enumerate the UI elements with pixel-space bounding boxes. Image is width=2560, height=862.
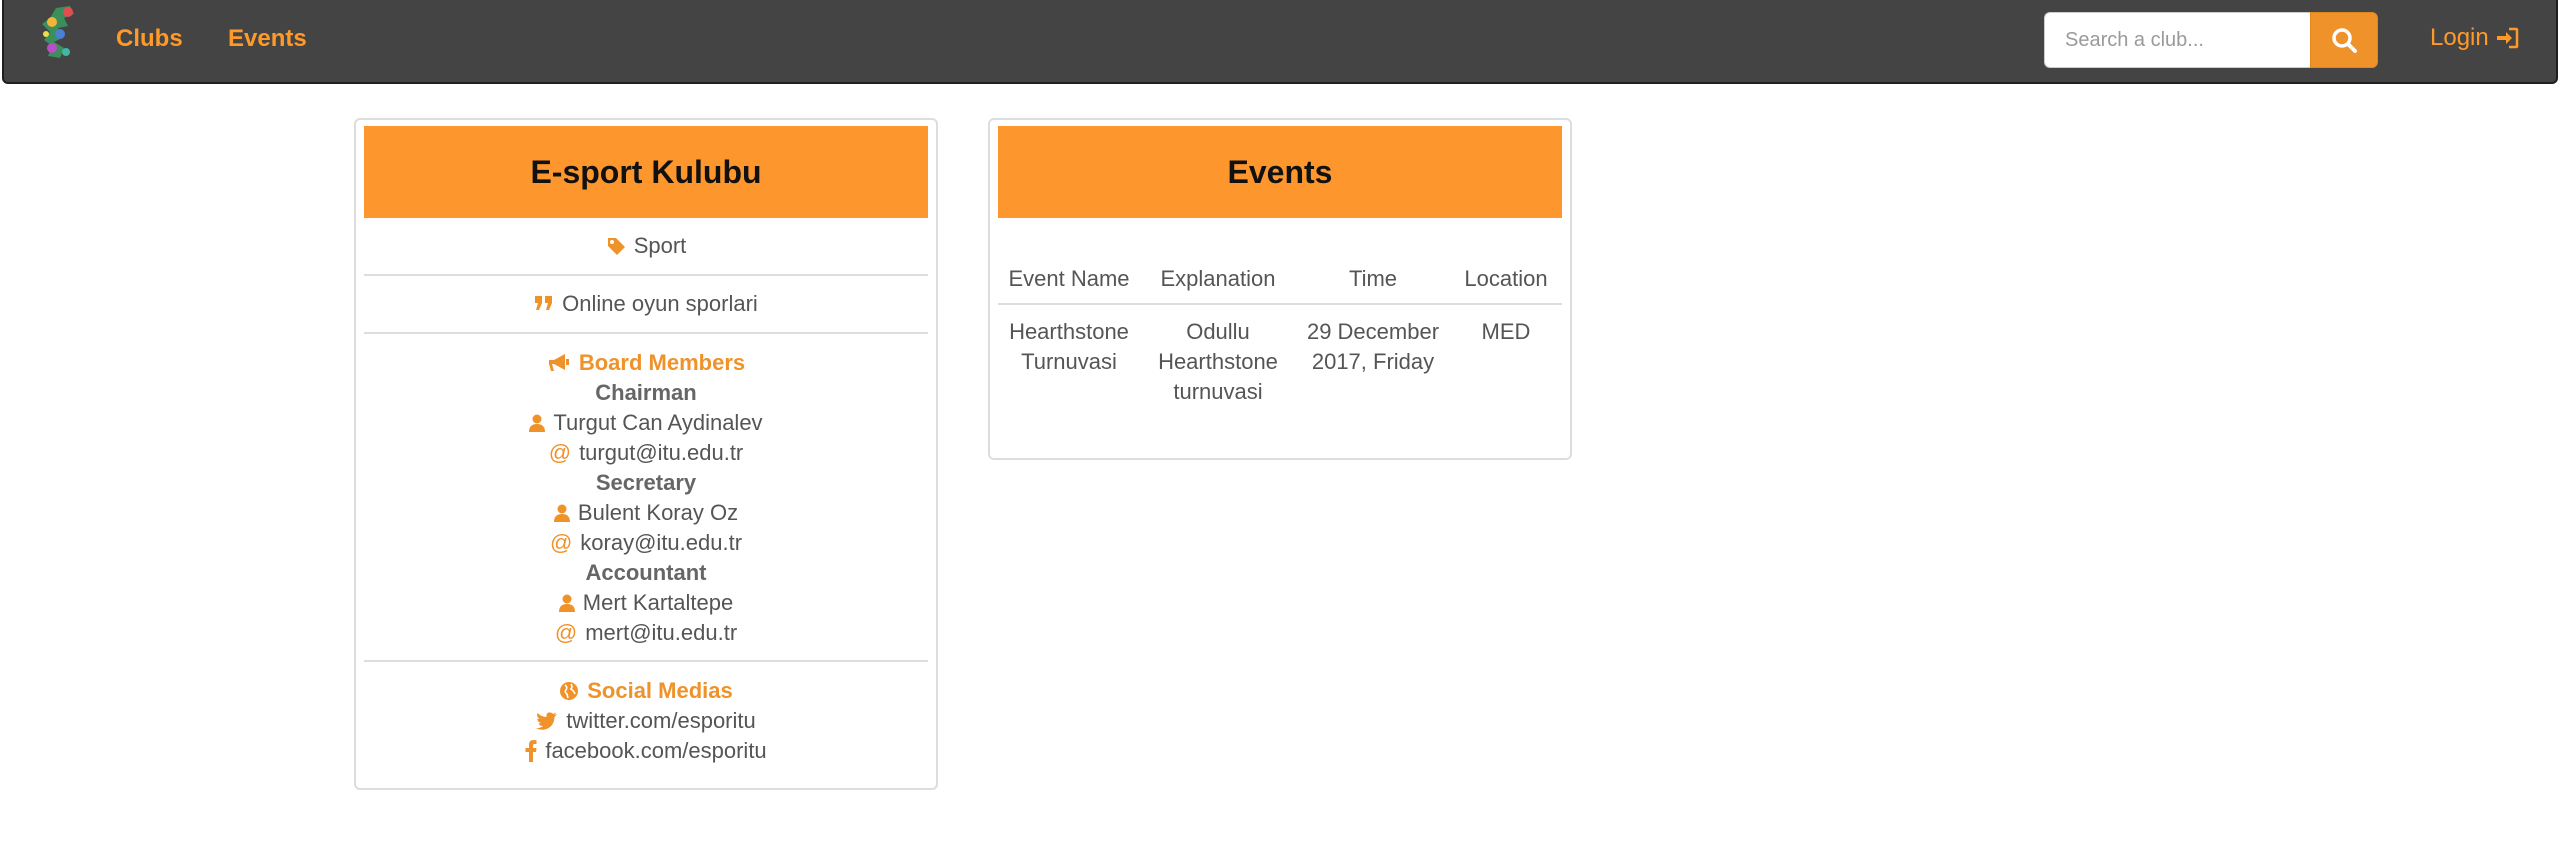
tag-icon [607,238,625,255]
social-medias-title: Social Medias [587,678,733,703]
club-logo-icon[interactable] [34,4,90,62]
at-icon: @ [548,440,572,465]
facebook-link-text[interactable]: facebook.com/esporitu [545,736,766,766]
board-members-section: Board Members Chairman Turgut Can Aydina… [364,334,928,662]
member-email: @ mert@itu.edu.tr [364,618,928,648]
quote-icon [535,296,553,310]
member-name-text: Mert Kartaltepe [582,590,734,615]
search-button[interactable] [2310,12,2378,68]
search-icon [2332,28,2357,53]
club-category-label: Sport [633,233,687,258]
club-description: Online oyun sporlari [364,276,928,334]
column-header: Explanation [1140,254,1296,305]
member-name-text: Bulent Koray Oz [577,500,739,525]
member-name: Bulent Koray Oz [364,498,928,528]
event-explanation-cell: Odullu Hearthstone turnuvasi [1158,319,1278,404]
social-medias-heading: Social Medias [364,676,928,706]
member-email-text[interactable]: koray@itu.edu.tr [580,528,742,558]
member-email-text[interactable]: mert@itu.edu.tr [585,618,737,648]
twitter-icon [536,712,558,730]
member-role: Chairman [595,380,697,405]
board-members-heading: Board Members [364,348,928,378]
member-name-text: Turgut Can Aydinalev [553,410,763,435]
event-time-cell: 29 December 2017, Friday [1306,319,1440,374]
member-email: @ turgut@itu.edu.tr [364,438,928,468]
facebook-link[interactable]: facebook.com/esporitu [364,736,928,766]
login-label: Login [2430,24,2489,51]
events-title: Events [998,126,1562,218]
table-row: Hearthstone Turnuvasi Odullu Hearthstone… [998,304,1562,407]
globe-icon [560,682,579,700]
facebook-icon [525,740,537,762]
events-table: Event Name Explanation Time Location Hea… [998,254,1562,407]
twitter-link[interactable]: twitter.com/esporitu [364,706,928,736]
member-name: Turgut Can Aydinalev [364,408,928,438]
navbar: Clubs Events Login [2,0,2558,84]
bullhorn-icon [548,354,569,371]
sign-in-icon [2496,27,2518,49]
column-header: Location [1450,254,1562,305]
at-icon: @ [554,620,578,645]
user-icon [553,504,570,522]
club-info-panel: E-sport Kulubu Sport Online oyun sporlar… [354,118,938,790]
club-title: E-sport Kulubu [364,126,928,218]
member-email: @ koray@itu.edu.tr [364,528,928,558]
twitter-link-text[interactable]: twitter.com/esporitu [566,706,756,736]
event-name-cell: Hearthstone Turnuvasi [1009,319,1129,374]
board-members-title: Board Members [578,350,746,375]
table-header-row: Event Name Explanation Time Location [998,254,1562,305]
club-description-text: Online oyun sporlari [562,291,758,316]
event-location-cell: MED [1481,319,1531,344]
column-header: Event Name [998,254,1140,305]
user-icon [558,594,575,612]
events-panel: Events Event Name Explanation Time Locat… [988,118,1572,460]
at-icon: @ [549,530,573,555]
member-name: Mert Kartaltepe [364,588,928,618]
nav-clubs-link[interactable]: Clubs [116,25,183,53]
column-header: Time [1296,254,1450,305]
user-icon [529,414,546,432]
login-link[interactable]: Login [2430,24,2519,52]
nav-events-link[interactable]: Events [228,25,307,53]
club-category: Sport [364,218,928,276]
member-email-text[interactable]: turgut@itu.edu.tr [579,438,743,468]
search-input[interactable] [2044,12,2312,68]
member-role: Secretary [595,470,697,495]
member-role: Accountant [585,560,707,585]
social-medias-section: Social Medias twitter.com/esporitu faceb… [364,662,928,766]
